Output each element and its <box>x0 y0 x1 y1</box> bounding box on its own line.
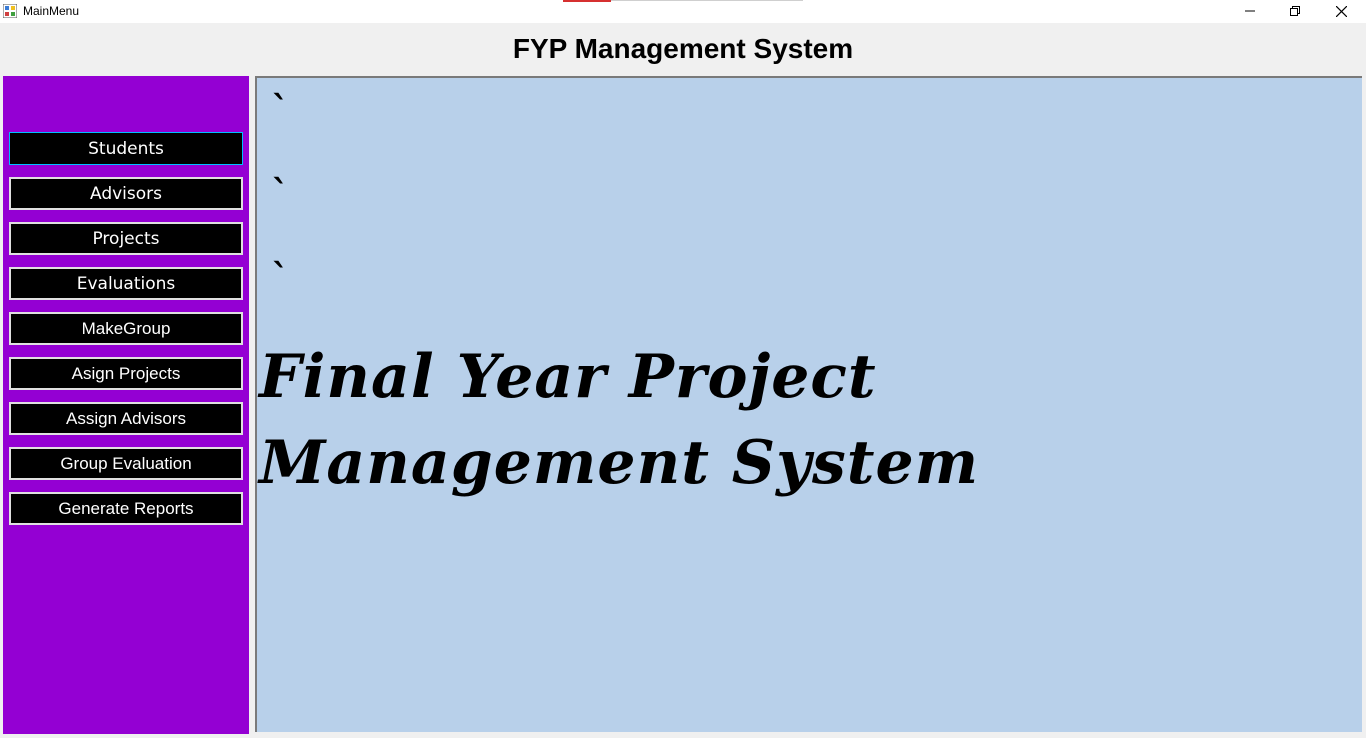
app-header: FYP Management System <box>3 23 1363 75</box>
sidebar-item-assign-projects[interactable]: Asign Projects <box>9 357 243 390</box>
minimize-button[interactable] <box>1227 0 1273 22</box>
sidebar: Students Advisors Projects Evaluations M… <box>3 76 249 734</box>
sidebar-item-generate-reports[interactable]: Generate Reports <box>9 492 243 525</box>
app-icon <box>3 4 17 18</box>
window-titlebar: MainMenu <box>0 0 1366 23</box>
welcome-title: Final Year Project Management System <box>259 342 980 498</box>
sidebar-item-evaluations[interactable]: Evaluations <box>9 267 243 300</box>
page-title: FYP Management System <box>512 33 854 64</box>
main-panel: ` ` ` Final Year Project Management Syst… <box>255 76 1362 732</box>
window-title: MainMenu <box>23 4 80 18</box>
titlebar-accent-line <box>611 0 803 1</box>
restore-button[interactable] <box>1272 0 1318 22</box>
sidebar-item-students[interactable]: Students <box>9 132 243 165</box>
sidebar-item-advisors[interactable]: Advisors <box>9 177 243 210</box>
close-button[interactable] <box>1318 0 1364 22</box>
close-icon <box>1335 5 1347 17</box>
tick-mark: ` <box>271 257 289 299</box>
sidebar-item-makegroup[interactable]: MakeGroup <box>9 312 243 345</box>
minimize-icon <box>1245 10 1255 12</box>
sidebar-item-group-evaluation[interactable]: Group Evaluation <box>9 447 243 480</box>
restore-icon <box>1290 6 1300 16</box>
titlebar-accent <box>563 0 611 2</box>
sidebar-item-projects[interactable]: Projects <box>9 222 243 255</box>
tick-mark: ` <box>271 173 289 215</box>
sidebar-item-assign-advisors[interactable]: Assign Advisors <box>9 402 243 435</box>
tick-mark: ` <box>271 89 289 131</box>
